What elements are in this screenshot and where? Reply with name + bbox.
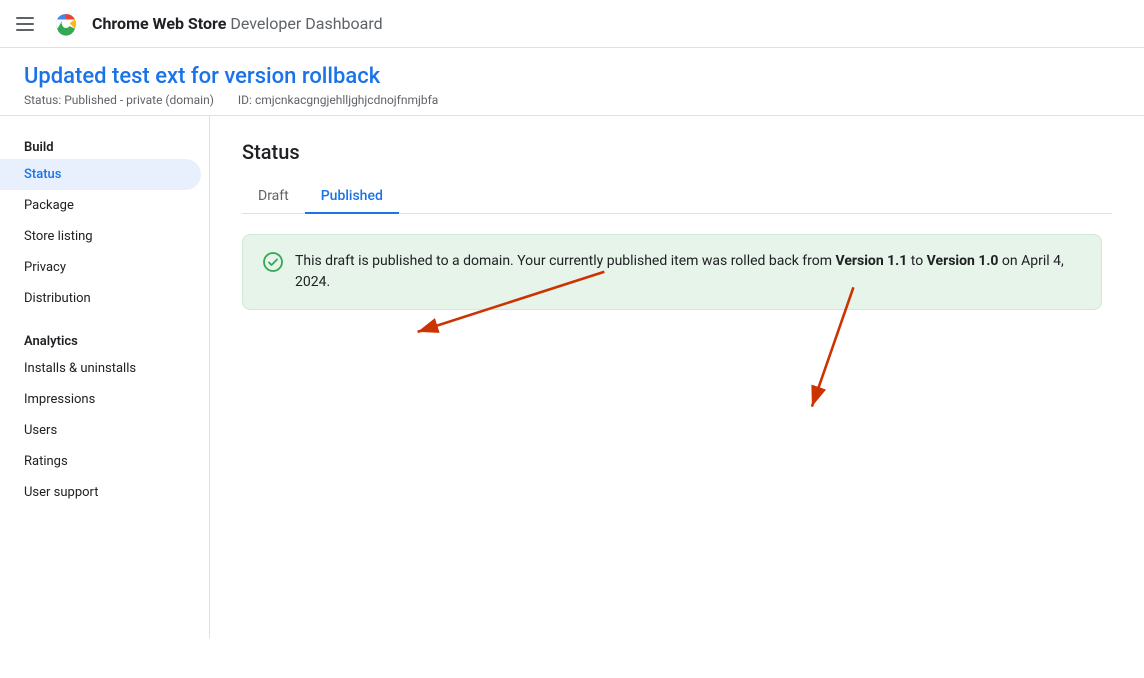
main-content: Status Draft Published This draft is pub… (210, 116, 1144, 638)
chrome-logo-icon (52, 10, 80, 38)
analytics-section-label: Analytics (0, 326, 209, 353)
version-to: Version 1.0 (927, 253, 999, 269)
status-message-text: This draft is published to a domain. You… (295, 251, 1081, 293)
sidebar-item-users[interactable]: Users (0, 415, 201, 446)
sidebar: Build Status Package Store listing Priva… (0, 116, 210, 638)
status-text: Status: Published - private (domain) (24, 93, 214, 107)
tab-draft[interactable]: Draft (242, 180, 305, 214)
sidebar-item-ratings[interactable]: Ratings (0, 446, 201, 477)
tab-published[interactable]: Published (305, 180, 399, 214)
sidebar-item-distribution[interactable]: Distribution (0, 283, 201, 314)
sidebar-item-privacy[interactable]: Privacy (0, 252, 201, 283)
page-title: Updated test ext for version rollback (24, 64, 1120, 89)
sidebar-item-package[interactable]: Package (0, 190, 201, 221)
layout: Build Status Package Store listing Priva… (0, 116, 1144, 638)
id-text: ID: cmjcnkacgngjehlljghjcdnojfnmjbfa (238, 93, 438, 107)
sidebar-item-user-support[interactable]: User support (0, 477, 201, 508)
menu-icon[interactable] (16, 12, 40, 36)
tab-bar: Draft Published (242, 180, 1112, 214)
sidebar-item-impressions[interactable]: Impressions (0, 384, 201, 415)
status-message-box: This draft is published to a domain. You… (242, 234, 1102, 310)
build-section-label: Build (0, 132, 209, 159)
sidebar-item-installs[interactable]: Installs & uninstalls (0, 353, 201, 384)
topbar: Chrome Web Store Developer Dashboard (0, 0, 1144, 48)
sidebar-item-status[interactable]: Status (0, 159, 201, 190)
sidebar-item-store-listing[interactable]: Store listing (0, 221, 201, 252)
page-subtitle: Status: Published - private (domain) ID:… (24, 93, 1120, 107)
page-header: Updated test ext for version rollback St… (0, 48, 1144, 116)
check-circle-icon (263, 252, 283, 272)
section-title: Status (242, 140, 1112, 164)
version-from: Version 1.1 (835, 253, 907, 269)
topbar-title: Chrome Web Store Developer Dashboard (92, 14, 383, 33)
